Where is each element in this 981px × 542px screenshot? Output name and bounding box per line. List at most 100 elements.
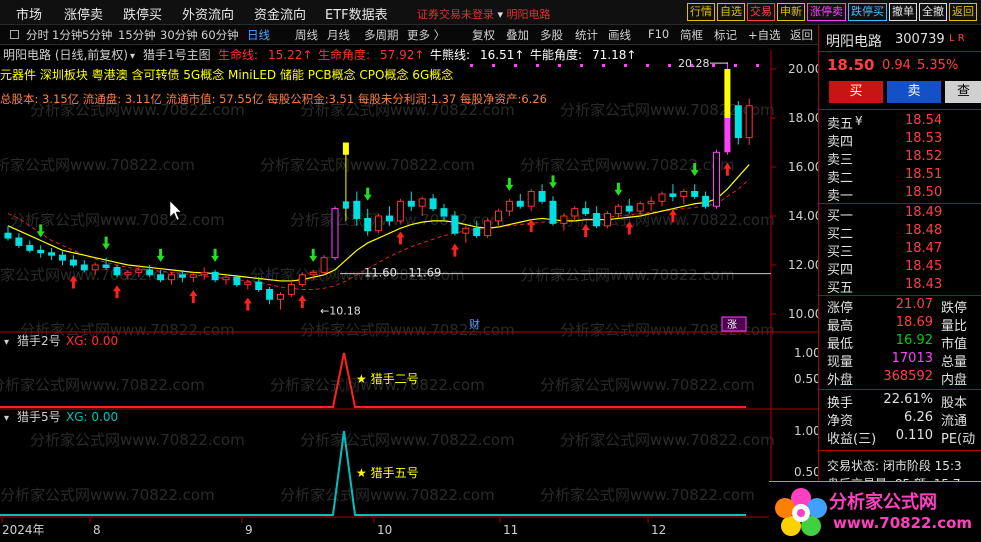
bid-price: 18.48 xyxy=(905,223,943,238)
tool-button-8[interactable]: +自选 xyxy=(748,27,781,43)
stat-label-2: 股本 xyxy=(941,396,968,411)
buy-signal-arrow-icon xyxy=(189,290,198,304)
candle-body xyxy=(364,217,372,232)
buy-button[interactable]: 买 xyxy=(829,81,883,103)
menu-market[interactable]: 市场 xyxy=(16,4,42,23)
chevron-down-icon[interactable]: ▾ xyxy=(130,51,135,62)
sub1-indicator-name[interactable]: 猎手2号 xyxy=(17,334,61,348)
signal-dot xyxy=(536,64,539,67)
period-tab-0[interactable]: 分时 xyxy=(26,27,49,43)
candle-body xyxy=(4,232,12,239)
query-button[interactable]: 查 xyxy=(945,81,981,103)
quick-button-4[interactable]: 涨停卖 xyxy=(807,3,846,21)
quick-button-1[interactable]: 自选 xyxy=(717,3,745,21)
quick-button-6[interactable]: 撤单 xyxy=(889,3,917,21)
candle-body xyxy=(516,200,524,207)
quick-button-0[interactable]: 行情 xyxy=(687,3,715,21)
period-tab-9[interactable]: 多周期 xyxy=(364,27,399,43)
buy-signal-arrow-icon xyxy=(113,285,121,299)
candle-body xyxy=(255,281,263,290)
bid-row[interactable]: 买五 18.43 xyxy=(827,277,981,296)
time-axis-label: 9 xyxy=(245,523,253,537)
period-tab-6[interactable]: 日线 xyxy=(247,27,270,43)
ask-row[interactable]: 卖三 18.52 xyxy=(827,149,981,168)
stat-label: 最低 xyxy=(827,337,854,352)
quick-button-5[interactable]: 跌停买 xyxy=(848,3,887,21)
chevron-down-icon[interactable]: ▾ xyxy=(498,8,504,21)
watermark-text: 分析家公式网www.70822.com xyxy=(30,431,245,449)
menu-limit-down-buy[interactable]: 跌停买 xyxy=(123,4,162,23)
period-tab-2[interactable]: 5分钟 xyxy=(82,27,112,43)
quick-button-3[interactable]: 申新 xyxy=(777,3,805,21)
ask-label: 卖四 xyxy=(827,135,854,150)
candle-body xyxy=(211,271,219,281)
watermark-text: 分析家公式网www.70822.com xyxy=(560,101,775,119)
tool-button-9[interactable]: 返回 xyxy=(790,27,813,43)
period-tab-4[interactable]: 30分钟 xyxy=(160,27,198,43)
period-tab-8[interactable]: 月线 xyxy=(327,27,350,43)
tool-button-0[interactable]: 复权 xyxy=(472,27,495,43)
bid-label: 买三 xyxy=(827,245,854,260)
indicator-name[interactable]: 猎手1号主图 xyxy=(143,48,211,62)
quick-button-7[interactable]: 全撤 xyxy=(919,3,947,21)
candle-body xyxy=(135,269,143,273)
sell-button[interactable]: 卖 xyxy=(887,81,941,103)
stat-label: 收益(三) xyxy=(827,432,877,447)
price-tick-label: 16.00 xyxy=(788,160,818,174)
tool-button-3[interactable]: 统计 xyxy=(575,27,598,43)
indicator-stat-value: 57.92↑ xyxy=(380,48,424,62)
candle-body xyxy=(495,210,502,222)
tool-button-6[interactable]: 简框 xyxy=(680,27,703,43)
tool-button-2[interactable]: 多股 xyxy=(540,27,563,43)
menu-foreign-flow[interactable]: 外资流向 xyxy=(182,4,234,23)
period-tab-1[interactable]: 1分钟 xyxy=(52,27,82,43)
candle-body xyxy=(724,118,731,153)
quick-buttons: 行情 自选 交易 申新 涨停卖 跌停买 撤单 全撤 返回 xyxy=(687,3,977,21)
tool-button-5[interactable]: F10 xyxy=(648,27,669,41)
tool-button-4[interactable]: 画线 xyxy=(608,27,631,43)
menu-limit-up-sell[interactable]: 涨停卖 xyxy=(64,4,103,23)
ask-row[interactable]: 卖四 18.53 xyxy=(827,131,981,150)
watermark-text: 分析家公式网www.70822.com xyxy=(280,486,495,504)
finance-marker[interactable]: 财 xyxy=(469,317,480,331)
kline-chart[interactable]: 分析家公式网www.70822.com 分析家公式网www.70822.com 分析… xyxy=(0,45,818,542)
quick-button-8[interactable]: 返回 xyxy=(949,3,977,21)
candle-body xyxy=(582,208,590,215)
chart-title: 明阳电路 (日线,前复权) xyxy=(3,47,128,62)
tool-button-1[interactable]: 叠加 xyxy=(506,27,529,43)
candle-body xyxy=(680,191,688,197)
menu-capital-flow[interactable]: 资金流向 xyxy=(254,4,306,23)
quote-change: 0.94 xyxy=(882,58,911,73)
bid-row[interactable]: 买三 18.47 xyxy=(827,241,981,260)
stat-value: 17013 xyxy=(891,351,933,366)
ask-price: 18.53 xyxy=(905,131,943,146)
candle-body xyxy=(658,193,666,202)
watermark-text: 分析家公式网www.70822.com xyxy=(520,266,735,284)
ask-row[interactable]: 卖二 18.51 xyxy=(827,167,981,186)
menu-etf-table[interactable]: ETF数据表 xyxy=(325,4,388,23)
tool-button-7[interactable]: 标记 xyxy=(714,27,737,43)
collapse-icon[interactable]: ▾ xyxy=(4,337,9,348)
login-notice[interactable]: 证券交易未登录 ▾ 明阳电路 xyxy=(417,6,551,22)
period-tab-3[interactable]: 15分钟 xyxy=(118,27,156,43)
sub1-tick-label: 0.50 xyxy=(794,372,818,386)
ask-row[interactable]: 卖五 18.54 xyxy=(827,113,981,132)
price-tick-label: 12.00 xyxy=(788,258,818,272)
buy-signal-arrow-icon xyxy=(527,219,536,233)
stat-label: 换手 xyxy=(827,396,854,411)
bid-row[interactable]: 买一 18.49 xyxy=(827,205,981,224)
bid-row[interactable]: 买二 18.48 xyxy=(827,223,981,242)
quick-button-2[interactable]: 交易 xyxy=(747,3,775,21)
calendar-icon[interactable] xyxy=(10,30,19,39)
period-tab-10[interactable]: 更多 〉 xyxy=(407,27,445,43)
sub1-tick-label: 1.00 xyxy=(794,346,818,360)
period-tab-7[interactable]: 周线 xyxy=(295,27,318,43)
sub2-indicator-name[interactable]: 猎手5号 xyxy=(17,410,61,424)
period-tab-5[interactable]: 60分钟 xyxy=(201,27,239,43)
candle-body xyxy=(484,220,492,237)
candle-body xyxy=(724,69,731,118)
bid-row[interactable]: 买四 18.45 xyxy=(827,259,981,278)
stat-label-2: 流通 xyxy=(941,414,968,429)
ask-row[interactable]: 卖一 18.50 xyxy=(827,185,981,204)
collapse-icon[interactable]: ▾ xyxy=(4,413,9,424)
